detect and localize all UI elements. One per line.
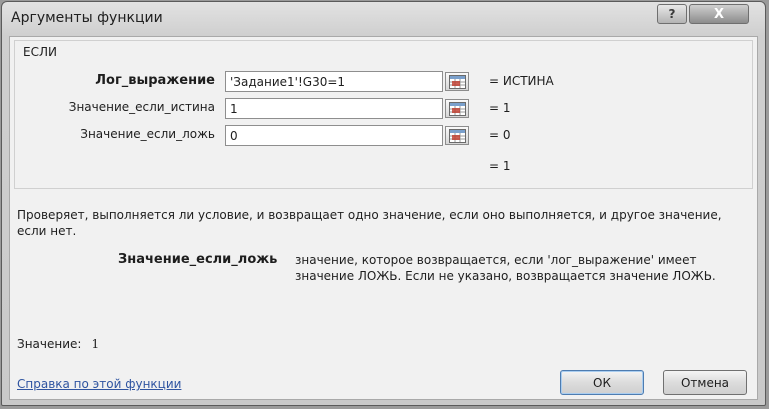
collapse-dialog-icon <box>449 102 466 116</box>
value-if-false-input[interactable] <box>225 125 443 146</box>
arguments-group: ЕСЛИ Лог_выражение = ИСТИНА Значение_есл… <box>14 40 753 189</box>
help-button[interactable]: ? <box>657 4 687 24</box>
value-if-true-input[interactable] <box>225 98 443 119</box>
value-number: 1 <box>91 337 100 351</box>
value-if-true-ref-button[interactable] <box>445 99 469 118</box>
close-button[interactable]: X <box>689 4 749 24</box>
dialog-body: ЕСЛИ Лог_выражение = ИСТИНА Значение_есл… <box>9 36 758 400</box>
logical-test-result: = ИСТИНА <box>489 74 554 88</box>
arg-label-logical-test: Лог_выражение <box>95 73 215 88</box>
dialog-title: Аргументы функции <box>11 10 163 26</box>
help-link[interactable]: Справка по этой функции <box>17 377 181 391</box>
title-bar: Аргументы функции ? X <box>2 2 765 36</box>
value-row: Значение: 1 <box>17 337 99 351</box>
function-name: ЕСЛИ <box>23 45 57 59</box>
formula-result: = 1 <box>489 159 511 173</box>
ok-button[interactable]: ОК <box>560 370 644 395</box>
arg-help-name: Значение_если_ложь <box>118 252 278 267</box>
value-if-false-ref-button[interactable] <box>445 126 469 145</box>
collapse-dialog-icon <box>449 75 466 89</box>
logical-test-input[interactable] <box>225 71 443 92</box>
value-if-true-result: = 1 <box>489 101 511 115</box>
arg-label-value-if-false: Значение_если_ложь <box>80 127 215 141</box>
value-label: Значение: <box>17 337 82 351</box>
close-icon: X <box>713 6 725 22</box>
function-description: Проверяет, выполняется ли условие, и воз… <box>17 208 722 238</box>
function-arguments-dialog: Аргументы функции ? X ЕСЛИ Лог_выражение <box>1 1 766 406</box>
collapse-dialog-icon <box>449 129 466 143</box>
arg-help-text: значение, которое возвращается, если 'ло… <box>295 253 716 283</box>
logical-test-ref-button[interactable] <box>445 72 469 91</box>
value-if-false-result: = 0 <box>489 128 511 142</box>
arg-label-value-if-true: Значение_если_истина <box>68 100 215 114</box>
help-icon: ? <box>668 7 676 21</box>
cancel-button[interactable]: Отмена <box>663 370 747 395</box>
